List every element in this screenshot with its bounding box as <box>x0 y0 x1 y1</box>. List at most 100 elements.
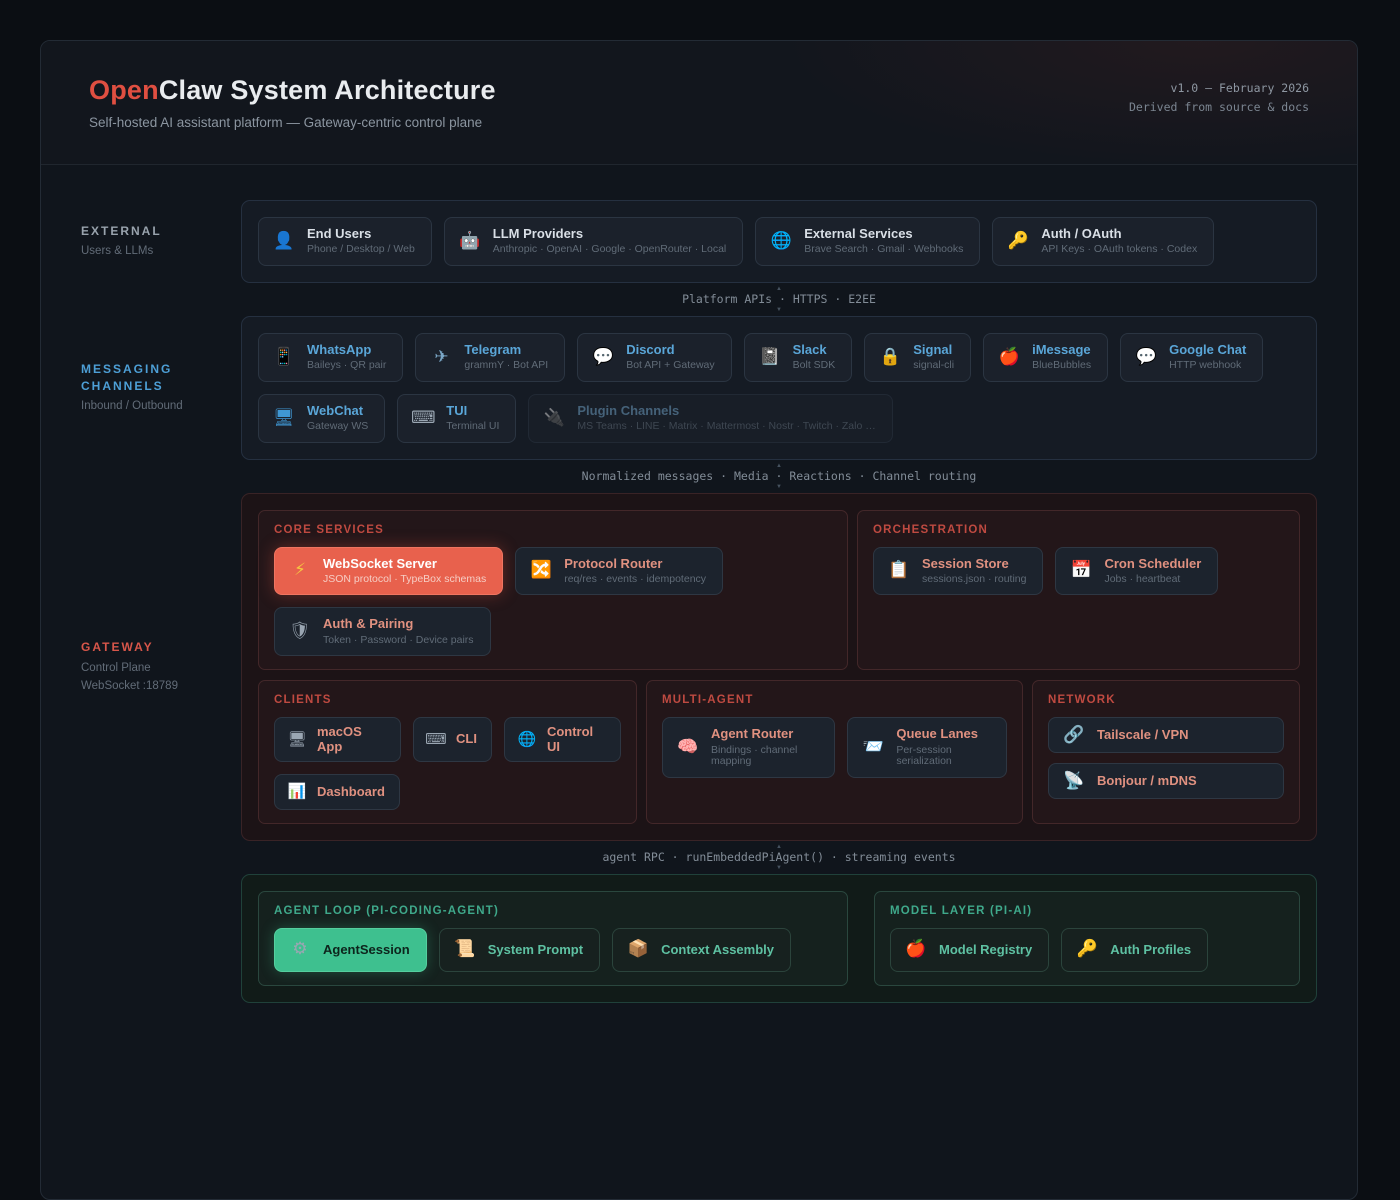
connector-label: Platform APIs · HTTPS · E2EE <box>676 292 882 307</box>
node-context-assembly: 📦 Context Assembly <box>612 928 791 972</box>
node-title: Protocol Router <box>564 557 706 571</box>
diagram-frame: OpenClaw System Architecture Self-hosted… <box>40 40 1358 1200</box>
node-title: External Services <box>804 227 963 241</box>
node-cli: ⌨ CLI <box>413 717 492 762</box>
agent-band: AGENT LOOP (PI-CODING-AGENT) ⚙ AgentSess… <box>241 874 1317 1003</box>
node-title: Queue Lanes <box>896 727 990 741</box>
node-subtitle: signal-cli <box>913 360 954 372</box>
node-title: Google Chat <box>1169 343 1246 357</box>
messaging-band: 📱 WhatsAppBaileys · QR pair ✈ Telegramgr… <box>241 316 1317 460</box>
node-discord: 💬 DiscordBot API + Gateway <box>577 333 731 382</box>
rail-agent <box>41 874 241 1003</box>
node-title: iMessage <box>1032 343 1091 357</box>
panel-orchestration: ORCHESTRATION 📋 Session Storesessions.js… <box>857 510 1300 671</box>
chat-icon: 💬 <box>1133 349 1159 366</box>
page-header: OpenClaw System Architecture Self-hosted… <box>41 41 1357 165</box>
apple-icon: 🍎 <box>903 941 929 958</box>
node-title: Slack <box>793 343 836 357</box>
plug-icon: 🔌 <box>541 410 567 427</box>
panel-clients-header: CLIENTS <box>274 694 621 706</box>
shuffle-icon: 🔀 <box>528 562 554 579</box>
panel-multi-agent-header: MULTI-AGENT <box>662 694 1007 706</box>
node-title: WhatsApp <box>307 343 386 357</box>
node-cron-scheduler: 📅 Cron SchedulerJobs · heartbeat <box>1055 547 1218 596</box>
node-title: Session Store <box>922 557 1026 571</box>
gateway-band: CORE SERVICES ⚡ WebSocket ServerJSON pro… <box>241 493 1317 841</box>
node-subtitle: BlueBubbles <box>1032 360 1091 372</box>
node-webchat: 🖥 WebChat Gateway WS <box>258 394 385 443</box>
page-title: OpenClaw System Architecture <box>89 75 1309 106</box>
node-agent-session: ⚙ AgentSession <box>274 928 427 972</box>
node-title: LLM Providers <box>493 227 726 241</box>
rail-gateway-label: GATEWAY <box>81 639 241 655</box>
node-subtitle: MS Teams · LINE · Matrix · Mattermost · … <box>577 421 875 433</box>
node-title: Dashboard <box>317 785 385 799</box>
arrow-down-icon: ▼ <box>776 865 782 871</box>
node-protocol-router: 🔀 Protocol Routerreq/res · events · idem… <box>515 547 723 596</box>
panel-model-layer: MODEL LAYER (PI-AI) 🍎 Model Registry 🔑 A… <box>874 891 1300 986</box>
messaging-row: MESSAGING CHANNELS Inbound / Outbound 📱 … <box>41 316 1357 460</box>
page-title-rest: Claw System Architecture <box>159 75 496 105</box>
panel-orchestration-header: ORCHESTRATION <box>873 524 1284 536</box>
node-title: WebChat <box>307 404 368 418</box>
node-title: Plugin Channels <box>577 404 875 418</box>
node-title: Context Assembly <box>661 943 774 957</box>
scroll-icon: 📜 <box>452 941 478 958</box>
brain-icon: 🧠 <box>675 739 701 756</box>
node-title: Auth & Pairing <box>323 617 474 631</box>
rail-gateway-sub2: WebSocket :18789 <box>81 678 241 694</box>
header-meta: v1.0 — February 2026 Derived from source… <box>1129 79 1309 117</box>
bolt-icon: ⚡ <box>287 562 313 579</box>
keyboard-icon: ⌨ <box>410 410 436 427</box>
node-google-chat: 💬 Google Chat HTTP webhook <box>1120 333 1263 382</box>
connector-gateway-agent: ▲ agent RPC · runEmbeddedPiAgent() · str… <box>241 841 1317 874</box>
node-subtitle: JSON protocol · TypeBox schemas <box>323 574 486 586</box>
node-subtitle: HTTP webhook <box>1169 360 1246 372</box>
node-subtitle: grammY · Bot API <box>464 360 548 372</box>
node-subtitle: Jobs · heartbeat <box>1104 574 1201 586</box>
node-subtitle: Bindings · channel mapping <box>711 745 818 768</box>
node-auth-profiles: 🔑 Auth Profiles <box>1061 928 1208 972</box>
node-title: CLI <box>456 732 477 746</box>
apple-icon: 🍎 <box>996 349 1022 366</box>
connector-messaging-gateway: ▲ Normalized messages · Media · Reaction… <box>241 460 1317 493</box>
node-control-ui: 🌐 Control UI <box>504 717 621 762</box>
globe-icon: 🌐 <box>768 233 794 250</box>
node-imessage: 🍎 iMessage BlueBubbles <box>983 333 1108 382</box>
node-whatsapp: 📱 WhatsAppBaileys · QR pair <box>258 333 403 382</box>
speech-bubble-icon: 💬 <box>590 349 616 366</box>
node-subtitle: Terminal UI <box>446 421 499 433</box>
robot-icon: 🤖 <box>457 233 483 250</box>
node-plugin-channels: 🔌 Plugin Channels MS Teams · LINE · Matri… <box>528 394 892 443</box>
user-icon: 👤 <box>271 233 297 250</box>
node-subtitle: Gateway WS <box>307 421 368 433</box>
plane-icon: ✈ <box>428 349 454 366</box>
panel-multi-agent: MULTI-AGENT 🧠 Agent RouterBindings · cha… <box>646 680 1023 824</box>
node-agent-router: 🧠 Agent RouterBindings · channel mapping <box>662 717 835 777</box>
panel-core-services: CORE SERVICES ⚡ WebSocket ServerJSON pro… <box>258 510 848 671</box>
calendar-icon: 📅 <box>1068 562 1094 579</box>
node-macos-app: 🖥 macOS App <box>274 717 401 762</box>
phone-icon: 📱 <box>271 349 297 366</box>
lock-icon: 🔒 <box>877 349 903 366</box>
rail-messaging: MESSAGING CHANNELS Inbound / Outbound <box>41 316 241 460</box>
monitor-icon: 🖥 <box>271 410 297 427</box>
arrow-down-icon: ▼ <box>776 484 782 490</box>
rail-gateway: GATEWAY Control Plane WebSocket :18789 <box>41 493 241 841</box>
node-title: Signal <box>913 343 954 357</box>
external-band: 👤 End UsersPhone / Desktop / Web 🤖 LLM P… <box>241 200 1317 283</box>
node-title: AgentSession <box>323 943 410 957</box>
globe-icon: 🌐 <box>515 732 539 747</box>
agent-row: AGENT LOOP (PI-CODING-AGENT) ⚙ AgentSess… <box>41 874 1357 1003</box>
connector-external-messaging: ▲ Platform APIs · HTTPS · E2EE ▼ <box>241 283 1317 316</box>
panel-agent-loop: AGENT LOOP (PI-CODING-AGENT) ⚙ AgentSess… <box>258 891 848 986</box>
node-auth-oauth: 🔑 Auth / OAuthAPI Keys · OAuth tokens · … <box>992 217 1214 266</box>
link-icon: 🔗 <box>1061 727 1087 744</box>
node-title: WebSocket Server <box>323 557 486 571</box>
node-telegram: ✈ TelegramgrammY · Bot API <box>415 333 565 382</box>
page-title-accent: Open <box>89 75 159 105</box>
node-system-prompt: 📜 System Prompt <box>439 928 600 972</box>
node-title: System Prompt <box>488 943 583 957</box>
rail-messaging-label: MESSAGING CHANNELS <box>81 361 241 393</box>
page-subtitle: Self-hosted AI assistant platform — Gate… <box>89 115 1309 130</box>
